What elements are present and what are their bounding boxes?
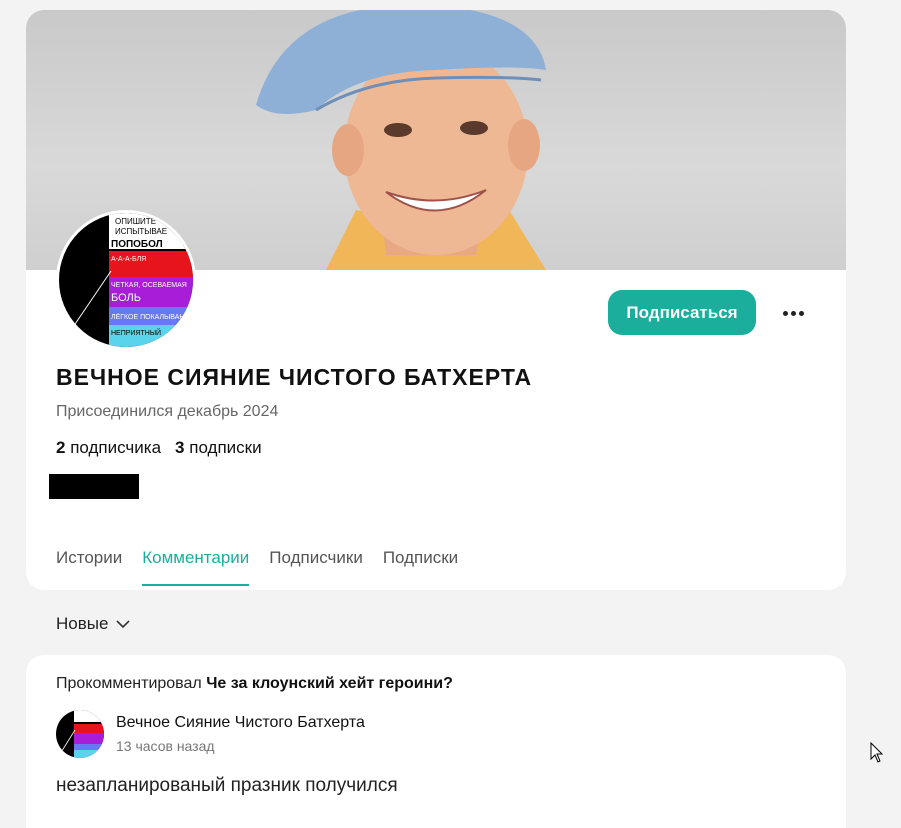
mouse-cursor-icon — [870, 742, 884, 763]
avatar-text-1: ОПИШИТЕ — [115, 217, 156, 226]
joined-date: Присоединился декабрь 2024 — [56, 403, 279, 420]
avatar-text-6: БОЛЬ — [111, 292, 141, 304]
profile-name: ВЕЧНОЕ СИЯНИЕ ЧИСТОГО БАТХЕРТА — [56, 364, 533, 390]
sort-dropdown[interactable]: Новые — [56, 614, 131, 634]
profile-card: ОПИШИТЕ ИСПЫТЫВАЕ ПОПОБОЛ А-А-А-БЛЯ ЧЕТК… — [26, 10, 846, 590]
avatar-text-5: ЧЕТКАЯ, ОСЕВАЕМАЯ — [111, 282, 187, 289]
profile-avatar: ОПИШИТЕ ИСПЫТЫВАЕ ПОПОБОЛ А-А-А-БЛЯ ЧЕТК… — [56, 210, 196, 350]
comment-author-avatar[interactable] — [56, 710, 104, 758]
tab-following[interactable]: Подписки — [383, 548, 458, 586]
subscribe-button[interactable]: Подписаться — [608, 290, 756, 335]
tab-stories[interactable]: Истории — [56, 548, 122, 586]
followers-stat[interactable]: 2 подписчика — [56, 438, 161, 458]
comment-author[interactable]: Вечное Сияние Чистого Батхерта — [116, 714, 365, 732]
comment-card: Прокомментировал Че за клоунский хейт ге… — [26, 655, 846, 828]
avatar-text-8: НЕПРИЯТНЫЙ — [111, 328, 161, 337]
post-title-link[interactable]: Че за клоунский хейт героини? — [206, 675, 453, 692]
avatar-text-4: А-А-А-БЛЯ — [111, 256, 146, 263]
profile-stats: 2 подписчика 3 подписки — [56, 438, 262, 458]
avatar-text-2: ИСПЫТЫВАЕ — [115, 227, 167, 236]
sort-label: Новые — [56, 614, 109, 633]
following-stat[interactable]: 3 подписки — [175, 438, 262, 458]
more-dots-icon[interactable] — [776, 298, 810, 328]
avatar-text-7: ЛЁГКОЕ ПОКАЛЫВАНИЕ — [111, 313, 193, 321]
comment-text: незапланированый празник получился — [56, 775, 398, 796]
tab-comments[interactable]: Комментарии — [142, 548, 250, 586]
redacted-block — [49, 474, 139, 499]
profile-tabs: Истории Комментарии Подписчики Подписки — [56, 548, 458, 586]
tab-followers[interactable]: Подписчики — [269, 548, 363, 586]
chevron-down-icon — [116, 620, 131, 629]
avatar-text-3: ПОПОБОЛ — [111, 239, 163, 250]
commented-on-line: Прокомментировал Че за клоунский хейт ге… — [56, 675, 453, 692]
comment-time: 13 часов назад — [116, 738, 215, 754]
